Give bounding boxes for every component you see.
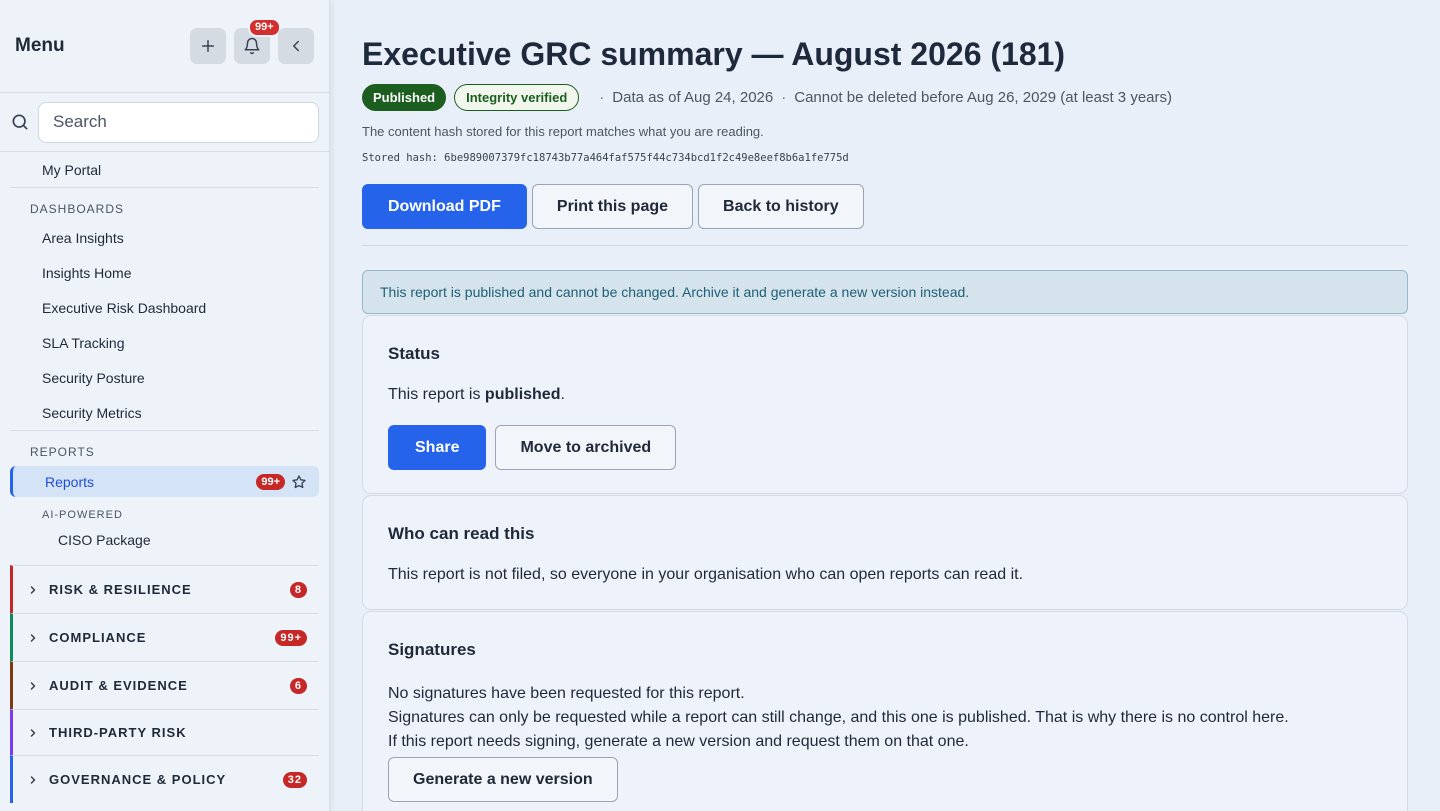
nav-group-label: THIRD-PARTY RISK [49,725,187,740]
status-text: This report is published. [388,386,565,403]
integrity-badge: Integrity verified [454,84,580,111]
chevron-right-icon [30,775,36,784]
card-title: Signatures [388,640,476,659]
nav-group-governance-policy[interactable]: GOVERNANCE & POLICY 32 [10,755,319,803]
stored-hash: Stored hash: 6be989007379fc18743b77a464f… [362,152,849,164]
chevron-right-icon [30,728,36,737]
sidebar-item-security-posture[interactable]: Security Posture [0,360,329,395]
section-label-reports: REPORTS [30,445,95,459]
nav-group-audit-evidence[interactable]: AUDIT & EVIDENCE 6 [10,661,319,709]
status-card: Status This report is published. Share M… [362,315,1408,494]
sidebar-title: Menu [15,35,65,56]
hash-note: The content hash stored for this report … [362,124,764,139]
card-title: Status [388,344,440,363]
generate-new-version-button[interactable]: Generate a new version [388,757,618,802]
sidebar-item-area-insights[interactable]: Area Insights [0,220,329,255]
collapse-sidebar-button[interactable] [278,28,314,64]
nav-group-badge: 8 [289,581,307,598]
move-to-archived-button[interactable]: Move to archived [495,425,677,470]
sidebar-search [0,93,329,152]
back-to-history-button[interactable]: Back to history [698,184,864,229]
sidebar-item-label: Reports [45,473,95,490]
main-content: Executive GRC summary — August 2026 (181… [362,0,1408,811]
section-label-ai-powered: AI-POWERED [42,509,123,521]
signatures-line: If this report needs signing, generate a… [388,733,969,750]
share-button[interactable]: Share [388,425,487,470]
divider [362,245,1408,246]
nav-group-compliance[interactable]: COMPLIANCE 99+ [10,613,319,661]
add-button[interactable] [190,28,226,64]
retention-note: Cannot be deleted before Aug 26, 2029 (a… [794,89,1172,106]
notifications-badge: 99+ [248,18,281,37]
readers-card: Who can read this This report is not fil… [362,495,1408,610]
sidebar-header: Menu 99+ [0,0,329,93]
plus-icon [202,40,214,52]
reports-count-badge: 99+ [256,473,285,490]
sidebar-item-my-portal[interactable]: My Portal [0,152,329,187]
sidebar-item-reports[interactable]: Reports 99+ [10,466,319,497]
nav-group-label: COMPLIANCE [49,630,147,645]
status-value: published [484,386,561,403]
info-alert: This report is published and cannot be c… [362,270,1408,314]
nav-group-third-party-risk[interactable]: THIRD-PARTY RISK [10,709,319,755]
chevron-right-icon [30,633,36,642]
sidebar-item-insights-home[interactable]: Insights Home [0,255,329,290]
report-meta: Published Integrity verified · Data as of… [362,84,1172,111]
sidebar-item-security-metrics[interactable]: Security Metrics [0,395,329,430]
download-pdf-button[interactable]: Download PDF [362,184,527,229]
notifications-button[interactable]: 99+ [234,18,281,64]
print-page-button[interactable]: Print this page [531,184,694,229]
sidebar: Menu 99+ My Portal DASHBOARDS Area Insig… [0,0,330,811]
search-icon [12,114,28,130]
star-icon[interactable] [291,474,307,490]
data-as-of: Data as of Aug 24, 2026 [612,89,774,106]
nav-group-badge: 6 [289,677,307,694]
sidebar-item-ciso-package[interactable]: CISO Package [0,523,329,557]
nav-group-risk-resilience[interactable]: RISK & RESILIENCE 8 [10,565,319,613]
status-badge: Published [362,84,447,111]
search-input[interactable] [38,101,319,143]
action-toolbar: Download PDF Print this page Back to his… [362,184,864,229]
readers-text: This report is not filed, so everyone in… [388,566,1024,583]
chevron-right-icon [30,681,36,690]
bell-icon [244,37,260,55]
sidebar-item-sla-tracking[interactable]: SLA Tracking [0,325,329,360]
signatures-line: No signatures have been requested for th… [388,685,745,702]
nav-group-badge: 99+ [275,629,307,646]
nav-group-label: RISK & RESILIENCE [49,582,192,597]
chevron-left-icon [293,40,299,52]
nav-group-label: AUDIT & EVIDENCE [49,678,188,693]
section-label-dashboards: DASHBOARDS [30,202,125,216]
sidebar-item-executive-risk-dashboard[interactable]: Executive Risk Dashboard [0,290,329,325]
signatures-card: Signatures No signatures have been reque… [362,611,1408,811]
chevron-right-icon [30,585,36,594]
page-title: Executive GRC summary — August 2026 (181… [362,36,1066,72]
nav-group-badge: 32 [282,771,307,788]
nav-group-label: GOVERNANCE & POLICY [49,772,227,787]
signatures-line: Signatures can only be requested while a… [388,709,1289,726]
card-title: Who can read this [388,524,535,543]
